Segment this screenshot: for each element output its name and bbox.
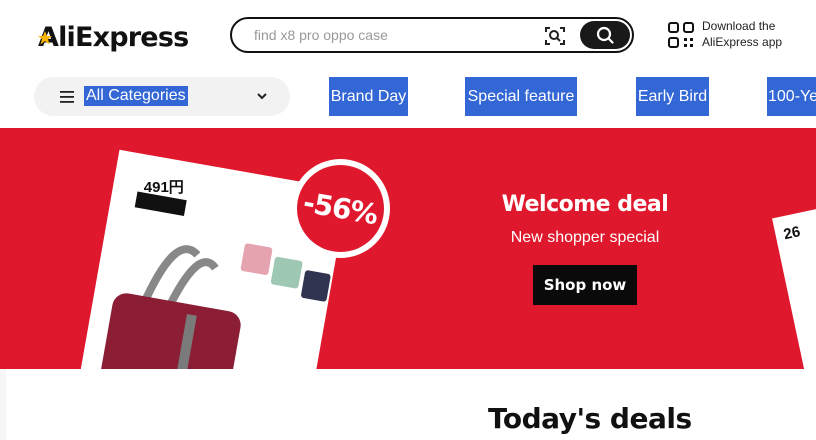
nav-link-early-bird[interactable]: Early Bird <box>636 77 709 116</box>
discount-text: -56% <box>300 185 381 232</box>
camera-search-icon[interactable] <box>544 25 566 47</box>
search-button[interactable] <box>580 21 630 49</box>
search-icon <box>596 26 614 44</box>
next-product-card[interactable]: 26 <box>772 201 816 369</box>
nav-link-100-years[interactable]: 100-Ye <box>767 77 816 116</box>
nav-link-special-feature[interactable]: Special feature <box>465 77 577 116</box>
chevron-down-icon <box>257 93 267 100</box>
download-line-2: AliExpress app <box>702 35 783 49</box>
divider <box>0 369 6 440</box>
all-categories-button[interactable]: All Categories <box>34 77 290 116</box>
qr-code-icon[interactable] <box>668 22 694 48</box>
welcome-deal-banner[interactable]: 491円 -56% Welcome deal New shopper speci… <box>0 128 816 369</box>
next-product-price: 26 <box>781 223 802 244</box>
discount-badge: -56% <box>291 159 390 258</box>
page: AliExpress Download the AliExpress app <box>0 0 816 440</box>
all-categories-label: All Categories <box>84 86 188 106</box>
logo-star-icon <box>38 31 52 45</box>
search-bar <box>230 17 634 53</box>
aliexpress-logo[interactable]: AliExpress <box>38 20 189 54</box>
download-line-1: Download the <box>702 19 776 33</box>
todays-deals-heading: Today's deals <box>488 402 692 435</box>
logo-text: AliExpress <box>38 21 189 53</box>
search-input[interactable] <box>254 25 534 45</box>
nav-link-brand-day[interactable]: Brand Day <box>329 77 408 116</box>
promo-subtitle: New shopper special <box>510 229 660 246</box>
hamburger-icon <box>60 91 74 103</box>
promo-title: Welcome deal <box>501 192 669 217</box>
download-app-link[interactable]: Download the AliExpress app <box>702 18 812 50</box>
shop-now-button[interactable]: Shop now <box>533 265 637 305</box>
